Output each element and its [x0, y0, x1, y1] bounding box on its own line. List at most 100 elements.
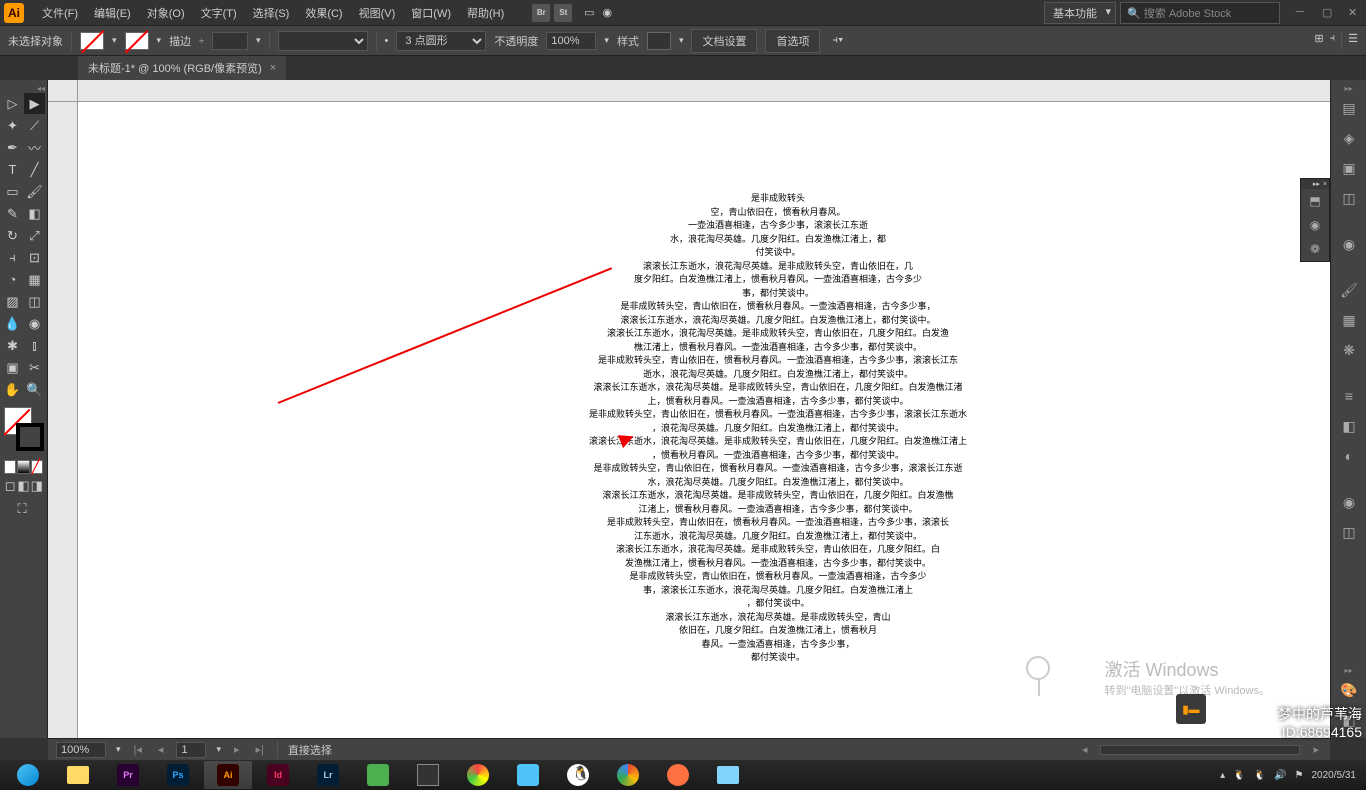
artboard-input[interactable] — [176, 742, 206, 758]
align-icon[interactable]: ⫞▾ — [832, 34, 843, 47]
line-tool[interactable]: ╱ — [24, 159, 45, 180]
toolbox-collapse-icon[interactable]: ◂◂ — [37, 84, 45, 92]
none-mode[interactable]: ╱ — [31, 460, 43, 474]
taskbar-illustrator[interactable]: Ai — [204, 761, 252, 789]
scroll-left[interactable]: ◂ — [1079, 743, 1091, 756]
gradient-tool[interactable]: ◫ — [24, 291, 45, 312]
rotate-tool[interactable]: ↻ — [2, 225, 23, 246]
stroke-panel-icon[interactable]: ≡ — [1331, 382, 1366, 410]
menu-object[interactable]: 对象(O) — [139, 1, 193, 25]
canvas[interactable]: 是非成败转头空，青山依旧在，惯看秋月春风。一壶浊酒喜相逢，古今多少事，滚滚长江东… — [78, 102, 1330, 738]
taskbar-app3[interactable] — [454, 761, 502, 789]
dock-collapse-icon[interactable]: ▸▸ — [1331, 84, 1366, 92]
workspace-selector[interactable]: 基本功能 — [1044, 2, 1116, 24]
magic-wand-tool[interactable]: ✦ — [2, 115, 23, 136]
gradient-panel-icon[interactable]: ◧ — [1331, 412, 1366, 440]
color-mode[interactable] — [4, 460, 16, 474]
next-artboard[interactable]: ▸ — [231, 743, 243, 756]
doc-setup-button[interactable]: 文档设置 — [691, 29, 757, 53]
taskbar-app2[interactable] — [404, 761, 452, 789]
stroke-swatch[interactable] — [125, 32, 149, 50]
width-tool[interactable]: ⫞ — [2, 247, 23, 268]
eyedropper-tool[interactable]: 💧 — [2, 313, 23, 334]
tray-up-icon[interactable]: ▴ — [1220, 770, 1225, 781]
tab-close-icon[interactable]: × — [270, 62, 276, 74]
maximize-button[interactable]: ▢ — [1322, 6, 1336, 20]
draw-inside[interactable]: ◨ — [31, 479, 43, 493]
prev-artboard[interactable]: ◂ — [155, 743, 167, 756]
lasso-tool[interactable]: ⟋ — [24, 115, 45, 136]
appearance-panel-icon[interactable]: ◉ — [1331, 488, 1366, 516]
taskbar-explorer[interactable] — [54, 761, 102, 789]
close-button[interactable]: ✕ — [1348, 6, 1362, 20]
transform-panel-icon[interactable]: ⊞ — [1314, 32, 1323, 50]
taskbar-indesign[interactable]: Id — [254, 761, 302, 789]
ruler-vertical[interactable] — [48, 102, 78, 738]
bridge-icon[interactable]: Br — [532, 4, 550, 22]
document-tab[interactable]: 未标题-1* @ 100% (RGB/像素预览) × — [78, 56, 286, 80]
zoom-input[interactable] — [56, 742, 106, 758]
color-panel-icon[interactable]: 🎨 — [1331, 676, 1366, 704]
graphic-styles-panel-icon[interactable]: ◫ — [1331, 518, 1366, 546]
hand-tool[interactable]: ✋ — [2, 379, 23, 400]
menu-effect[interactable]: 效果(C) — [297, 1, 350, 25]
dock-collapse-icon-2[interactable]: ▸▸ — [1331, 666, 1366, 674]
minimize-button[interactable]: ─ — [1296, 6, 1310, 20]
screen-mode[interactable]: ⛶ — [2, 498, 42, 519]
tray-network-icon[interactable]: 🔊 — [1274, 770, 1286, 781]
opacity-input[interactable] — [546, 32, 596, 50]
panel-collapse-icon[interactable]: ▸▸ — [1313, 180, 1320, 188]
fill-swatch[interactable] — [80, 32, 104, 50]
mesh-tool[interactable]: ▨ — [2, 291, 23, 312]
draw-normal[interactable]: ◻ — [4, 479, 16, 493]
stock-icon[interactable]: St — [554, 4, 572, 22]
menu-window[interactable]: 窗口(W) — [403, 1, 459, 25]
taskbar-browser[interactable] — [4, 761, 52, 789]
blend-tool[interactable]: ◉ — [24, 313, 45, 334]
taskbar-lightroom[interactable]: Lr — [304, 761, 352, 789]
properties-panel-icon[interactable]: ▤ — [1331, 94, 1366, 122]
taskbar-qq[interactable]: 🐧 — [554, 761, 602, 789]
zoom-tool[interactable]: 🔍 — [24, 379, 45, 400]
taskbar-app6[interactable] — [704, 761, 752, 789]
menu-file[interactable]: 文件(F) — [34, 1, 86, 25]
style-swatch[interactable] — [647, 32, 671, 50]
stock-search[interactable]: 🔍 搜索 Adobe Stock — [1120, 2, 1280, 24]
panel-menu-icon[interactable]: ☰ — [1348, 32, 1358, 50]
ruler-horizontal[interactable] — [78, 80, 1330, 102]
libraries-icon[interactable]: ⬒ — [1301, 189, 1329, 213]
asset-export-panel-icon[interactable]: ◫ — [1331, 184, 1366, 212]
slice-tool[interactable]: ✂ — [24, 357, 45, 378]
taskbar-premiere[interactable]: Pr — [104, 761, 152, 789]
cc-libraries-icon[interactable]: ❁ — [1301, 237, 1329, 261]
taskbar-app4[interactable] — [504, 761, 552, 789]
properties-icon[interactable]: ◉ — [1301, 213, 1329, 237]
align-panel-icon[interactable]: ⫞ — [1330, 32, 1336, 50]
column-graph-tool[interactable]: ⫾ — [24, 335, 45, 356]
perspective-tool[interactable]: ▦ — [24, 269, 45, 290]
tray-qq-icon-2[interactable]: 🐧 — [1254, 770, 1266, 781]
first-artboard[interactable]: |◂ — [131, 743, 145, 756]
taskbar-app5[interactable] — [654, 761, 702, 789]
taskbar-app1[interactable] — [354, 761, 402, 789]
horizontal-scrollbar[interactable] — [1100, 745, 1300, 755]
area-text-object[interactable]: 是非成败转头空，青山依旧在，惯看秋月春风。一壶浊酒喜相逢，古今多少事，滚滚长江东… — [528, 192, 1028, 665]
cc-panel-icon[interactable]: ◉ — [1331, 230, 1366, 258]
menu-help[interactable]: 帮助(H) — [459, 1, 512, 25]
selection-tool[interactable]: ▷ — [2, 93, 23, 114]
arrange-icon[interactable]: ▭ — [580, 4, 598, 22]
panel-close-icon[interactable]: × — [1323, 181, 1327, 188]
preferences-button[interactable]: 首选项 — [765, 29, 820, 53]
stroke-box[interactable] — [16, 423, 44, 451]
eraser-tool[interactable]: ◧ — [24, 203, 45, 224]
pen-tool[interactable]: ✒ — [2, 137, 23, 158]
fill-stroke-control[interactable] — [4, 407, 44, 451]
draw-behind[interactable]: ◧ — [17, 479, 29, 493]
scroll-right[interactable]: ▸ — [1310, 743, 1322, 756]
gradient-mode[interactable] — [17, 460, 29, 474]
type-tool[interactable]: T — [2, 159, 23, 180]
paintbrush-tool[interactable]: 🖌 — [24, 181, 45, 202]
symbols-panel-icon[interactable]: ❋ — [1331, 336, 1366, 364]
brush-select[interactable] — [278, 31, 368, 51]
artboard-tool[interactable]: ▣ — [2, 357, 23, 378]
